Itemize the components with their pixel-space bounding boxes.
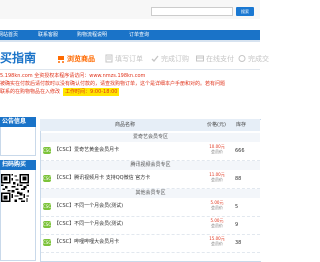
product-stock: 9 <box>235 222 239 228</box>
product-price: 5.00元 会员价 <box>205 200 229 210</box>
notice-line-3: 联系的在购物物品在入修改 工作时间：9:00-18:00 <box>0 88 260 97</box>
product-stock: 5 <box>235 204 239 210</box>
product-stock: 666 <box>235 148 245 154</box>
product-row[interactable]: CSC 【CSC】哔哩哔哩大会员月卡 15.00元 会员价 38 <box>41 235 260 253</box>
column-header-name: 商品名称 <box>115 122 136 128</box>
nav-item-support[interactable]: 联系客服 <box>38 30 58 40</box>
product-name[interactable]: 【CSC】爱奇艺黄金会员月卡 <box>54 146 119 155</box>
step-label: 填写订单 <box>115 55 143 63</box>
main-nav: 网站首页 联系客服 购物流程说明 订单查询 <box>0 30 260 40</box>
notice-line-3-text: 联系的在购物物品在入修改 <box>0 89 61 95</box>
step-label: 完成订购 <box>161 55 189 63</box>
step-complete-order: 完成订购 <box>151 53 189 65</box>
announcement-panel-title: 公告信息 <box>0 117 36 127</box>
guide-title: 买指南 <box>0 51 37 65</box>
price-label: 会员价 <box>211 149 223 154</box>
product-row[interactable]: CSC 【CSC】不同一个月会员(测试) 5.00元 会员价 9 <box>41 217 260 235</box>
product-row[interactable]: CSC 【CSC】爱奇艺黄金会员月卡 10.00元 会员价 666 <box>41 143 260 161</box>
nav-divider <box>0 40 260 42</box>
price-label: 会员价 <box>211 223 223 228</box>
product-badge: CSC <box>43 147 52 154</box>
nav-item-home[interactable]: 网站首页 <box>0 30 18 40</box>
product-price: 5.00元 会员价 <box>205 218 229 228</box>
step-label: 浏览商品 <box>67 55 95 63</box>
step-done: 完成交 <box>238 53 269 65</box>
form-icon <box>105 54 113 63</box>
product-name[interactable]: 【CSC】不同一个月会员(测试) <box>54 220 123 229</box>
product-badge: CSC <box>43 239 52 246</box>
category-row: 腾讯视频会员专区 <box>41 161 260 170</box>
product-price: 11.00元 会员价 <box>205 172 229 182</box>
search-button[interactable]: 搜索 <box>236 7 254 16</box>
nav-item-order-query[interactable]: 订单查询 <box>129 30 149 40</box>
step-fill-order: 填写订单 <box>105 53 143 65</box>
category-row: 爱奇艺会员专区 <box>41 133 260 142</box>
purchase-guide: 买指南 浏览商品 填写订单 完成订购 在线支付 完成交 <box>0 49 269 70</box>
product-row[interactable]: CSC 【CSC】腾讯视频月卡 支持QQ微信 官方卡 11.00元 会员价 88 <box>41 171 260 189</box>
price-label: 会员价 <box>211 241 223 246</box>
product-badge: CSC <box>43 175 52 182</box>
product-price: 10.00元 会员价 <box>205 144 229 154</box>
search-input[interactable] <box>151 7 233 16</box>
category-row: 其他会员专区 <box>41 189 260 198</box>
qr-code-image <box>1 174 29 202</box>
payment-icon <box>196 55 204 62</box>
product-name[interactable]: 【CSC】腾讯视频月卡 支持QQ微信 官方卡 <box>54 174 150 183</box>
product-name[interactable]: 【CSC】不同一个月会员(测试) <box>54 202 123 211</box>
product-row[interactable]: CSC 【CSC】不同一个月会员(测试) 5.00元 会员价 5 <box>41 199 260 217</box>
done-icon <box>238 55 246 62</box>
product-stock: 88 <box>235 176 242 182</box>
check-icon <box>151 55 159 62</box>
product-name[interactable]: 【CSC】哔哩哔哩大会员月卡 <box>54 238 119 247</box>
step-browse: 浏览商品 <box>57 53 95 65</box>
price-label: 会员价 <box>211 177 223 182</box>
step-label: 完成交 <box>248 55 269 63</box>
step-label: 在线支付 <box>206 55 234 63</box>
cart-icon <box>58 56 64 63</box>
product-badge: CSC <box>43 221 52 228</box>
work-hours-badge: 工作时间：9:00-18:00 <box>63 88 120 96</box>
qr-panel-title: 扫码购买 <box>0 160 36 170</box>
price-label: 会员价 <box>211 205 223 210</box>
column-header-stock: 库存 <box>236 122 247 128</box>
table-header <box>40 119 260 131</box>
column-header-price: 价格(元) <box>207 122 226 128</box>
nav-item-process[interactable]: 购物流程说明 <box>77 30 107 40</box>
product-stock: 38 <box>235 240 242 246</box>
step-pay-online: 在线支付 <box>196 53 234 65</box>
product-badge: CSC <box>43 203 52 210</box>
product-price: 15.00元 会员价 <box>205 236 229 246</box>
announcement-panel <box>0 127 36 156</box>
